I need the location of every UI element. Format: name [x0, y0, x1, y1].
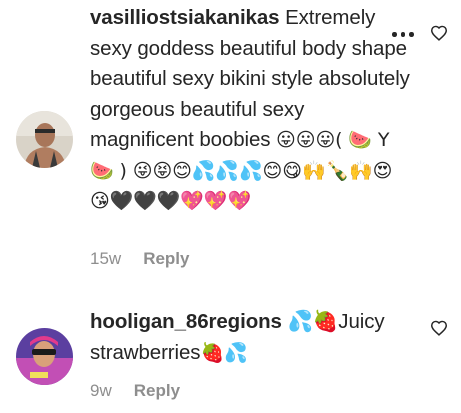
reply-button[interactable]: Reply	[143, 249, 189, 269]
heart-outline-icon[interactable]	[430, 25, 448, 41]
comment-timestamp[interactable]: 15w	[90, 249, 121, 269]
comment-text: hooligan_86regions 💦🍓Juicy strawberries🍓…	[90, 307, 420, 368]
comment-text: vasilliostsiakanikas Extremely sexy godd…	[90, 3, 410, 217]
more-options-button[interactable]	[392, 32, 414, 37]
avatar[interactable]	[16, 328, 73, 385]
person-avatar-icon	[16, 328, 73, 385]
comment-item: vasilliostsiakanikas Extremely sexy godd…	[0, 0, 461, 290]
comment-meta: 15w Reply	[90, 249, 189, 269]
comment-emojis: 🍓💦	[200, 341, 248, 364]
avatar[interactable]	[16, 111, 73, 168]
comment-username[interactable]: hooligan_86regions	[90, 310, 282, 333]
more-horizontal-icon	[392, 32, 397, 37]
reply-button[interactable]: Reply	[134, 381, 180, 401]
comment-timestamp[interactable]: 9w	[90, 381, 112, 401]
heart-outline-icon[interactable]	[430, 320, 448, 336]
comment-username[interactable]: vasilliostsiakanikas	[90, 6, 280, 29]
comment-item: hooligan_86regions 💦🍓Juicy strawberries🍓…	[0, 290, 461, 413]
comment-meta: 9w Reply	[90, 381, 180, 401]
person-avatar-icon	[16, 111, 73, 168]
